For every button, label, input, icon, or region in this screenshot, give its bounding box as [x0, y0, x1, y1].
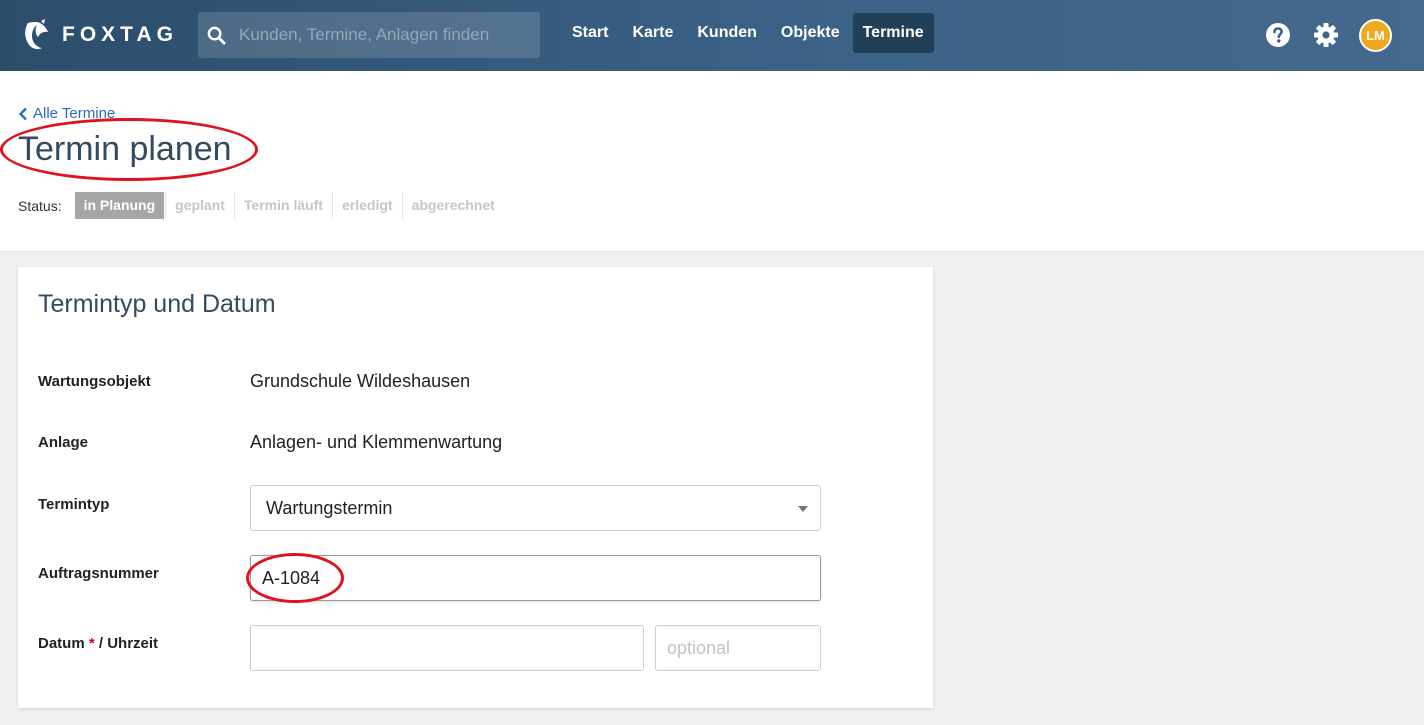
page-header: Alle Termine Termin planen Status: in Pl…	[0, 71, 1424, 252]
wartungsobjekt-value: Grundschule Wildeshausen	[250, 371, 471, 391]
caret-down-icon	[798, 506, 808, 512]
chevron-left-icon	[18, 107, 27, 120]
status-stepper: Status: in Planung geplant Termin läuft …	[18, 192, 504, 219]
gear-icon	[1314, 23, 1338, 47]
settings-button[interactable]	[1309, 18, 1343, 52]
status-step-termin-laeuft: Termin läuft	[233, 192, 332, 219]
search-bar[interactable]	[198, 12, 540, 58]
card-title: Termintyp und Datum	[38, 290, 276, 318]
main-nav: Start Karte Kunden Objekte Termine	[560, 13, 934, 53]
uhrzeit-label-text: / Uhrzeit	[98, 635, 159, 652]
avatar[interactable]: LM	[1359, 18, 1392, 52]
anlage-label: Anlage	[38, 434, 89, 451]
auftragsnummer-input[interactable]	[250, 555, 821, 601]
logo-text: FOXTAG	[62, 23, 178, 46]
nav-item-start[interactable]: Start	[560, 13, 620, 53]
status-step-in-planung: in Planung	[74, 192, 165, 219]
status-step-abgerechnet: abgerechnet	[401, 192, 504, 219]
nav-item-karte[interactable]: Karte	[620, 13, 685, 53]
uhrzeit-input[interactable]	[655, 625, 821, 671]
wartungsobjekt-label: Wartungsobjekt	[38, 373, 151, 390]
help-button[interactable]	[1261, 18, 1295, 52]
nav-item-objekte[interactable]: Objekte	[769, 13, 852, 53]
appointment-type-date-card: Termintyp und Datum Wartungsobjekt Grund…	[18, 267, 933, 708]
datum-label: Datum * / Uhrzeit	[38, 635, 158, 652]
fox-logo-icon	[25, 19, 48, 50]
help-icon	[1266, 23, 1290, 47]
status-label: Status:	[18, 197, 62, 214]
annotation-ellipse-title	[0, 118, 258, 181]
nav-item-kunden[interactable]: Kunden	[685, 13, 769, 53]
termintyp-select[interactable]: Wartungstermin	[250, 485, 821, 531]
status-step-geplant: geplant	[165, 192, 234, 219]
status-step-erledigt: erledigt	[332, 192, 402, 219]
search-icon	[207, 26, 226, 45]
top-navigation-bar: FOXTAG Start Karte Kunden Objekte Termin…	[0, 0, 1424, 71]
datum-label-text: Datum	[38, 635, 85, 652]
required-marker: *	[88, 635, 95, 652]
termintyp-selected-value: Wartungstermin	[266, 497, 393, 518]
nav-item-termine[interactable]: Termine	[852, 13, 934, 53]
search-input[interactable]	[239, 25, 529, 45]
termintyp-label: Termintyp	[38, 496, 110, 513]
datum-input[interactable]	[250, 625, 644, 671]
topbar-actions: LM	[1247, 18, 1392, 52]
anlage-value: Anlagen- und Klemmenwartung	[250, 432, 503, 452]
auftragsnummer-label: Auftragsnummer	[38, 565, 159, 582]
logo[interactable]: FOXTAG	[22, 18, 178, 52]
